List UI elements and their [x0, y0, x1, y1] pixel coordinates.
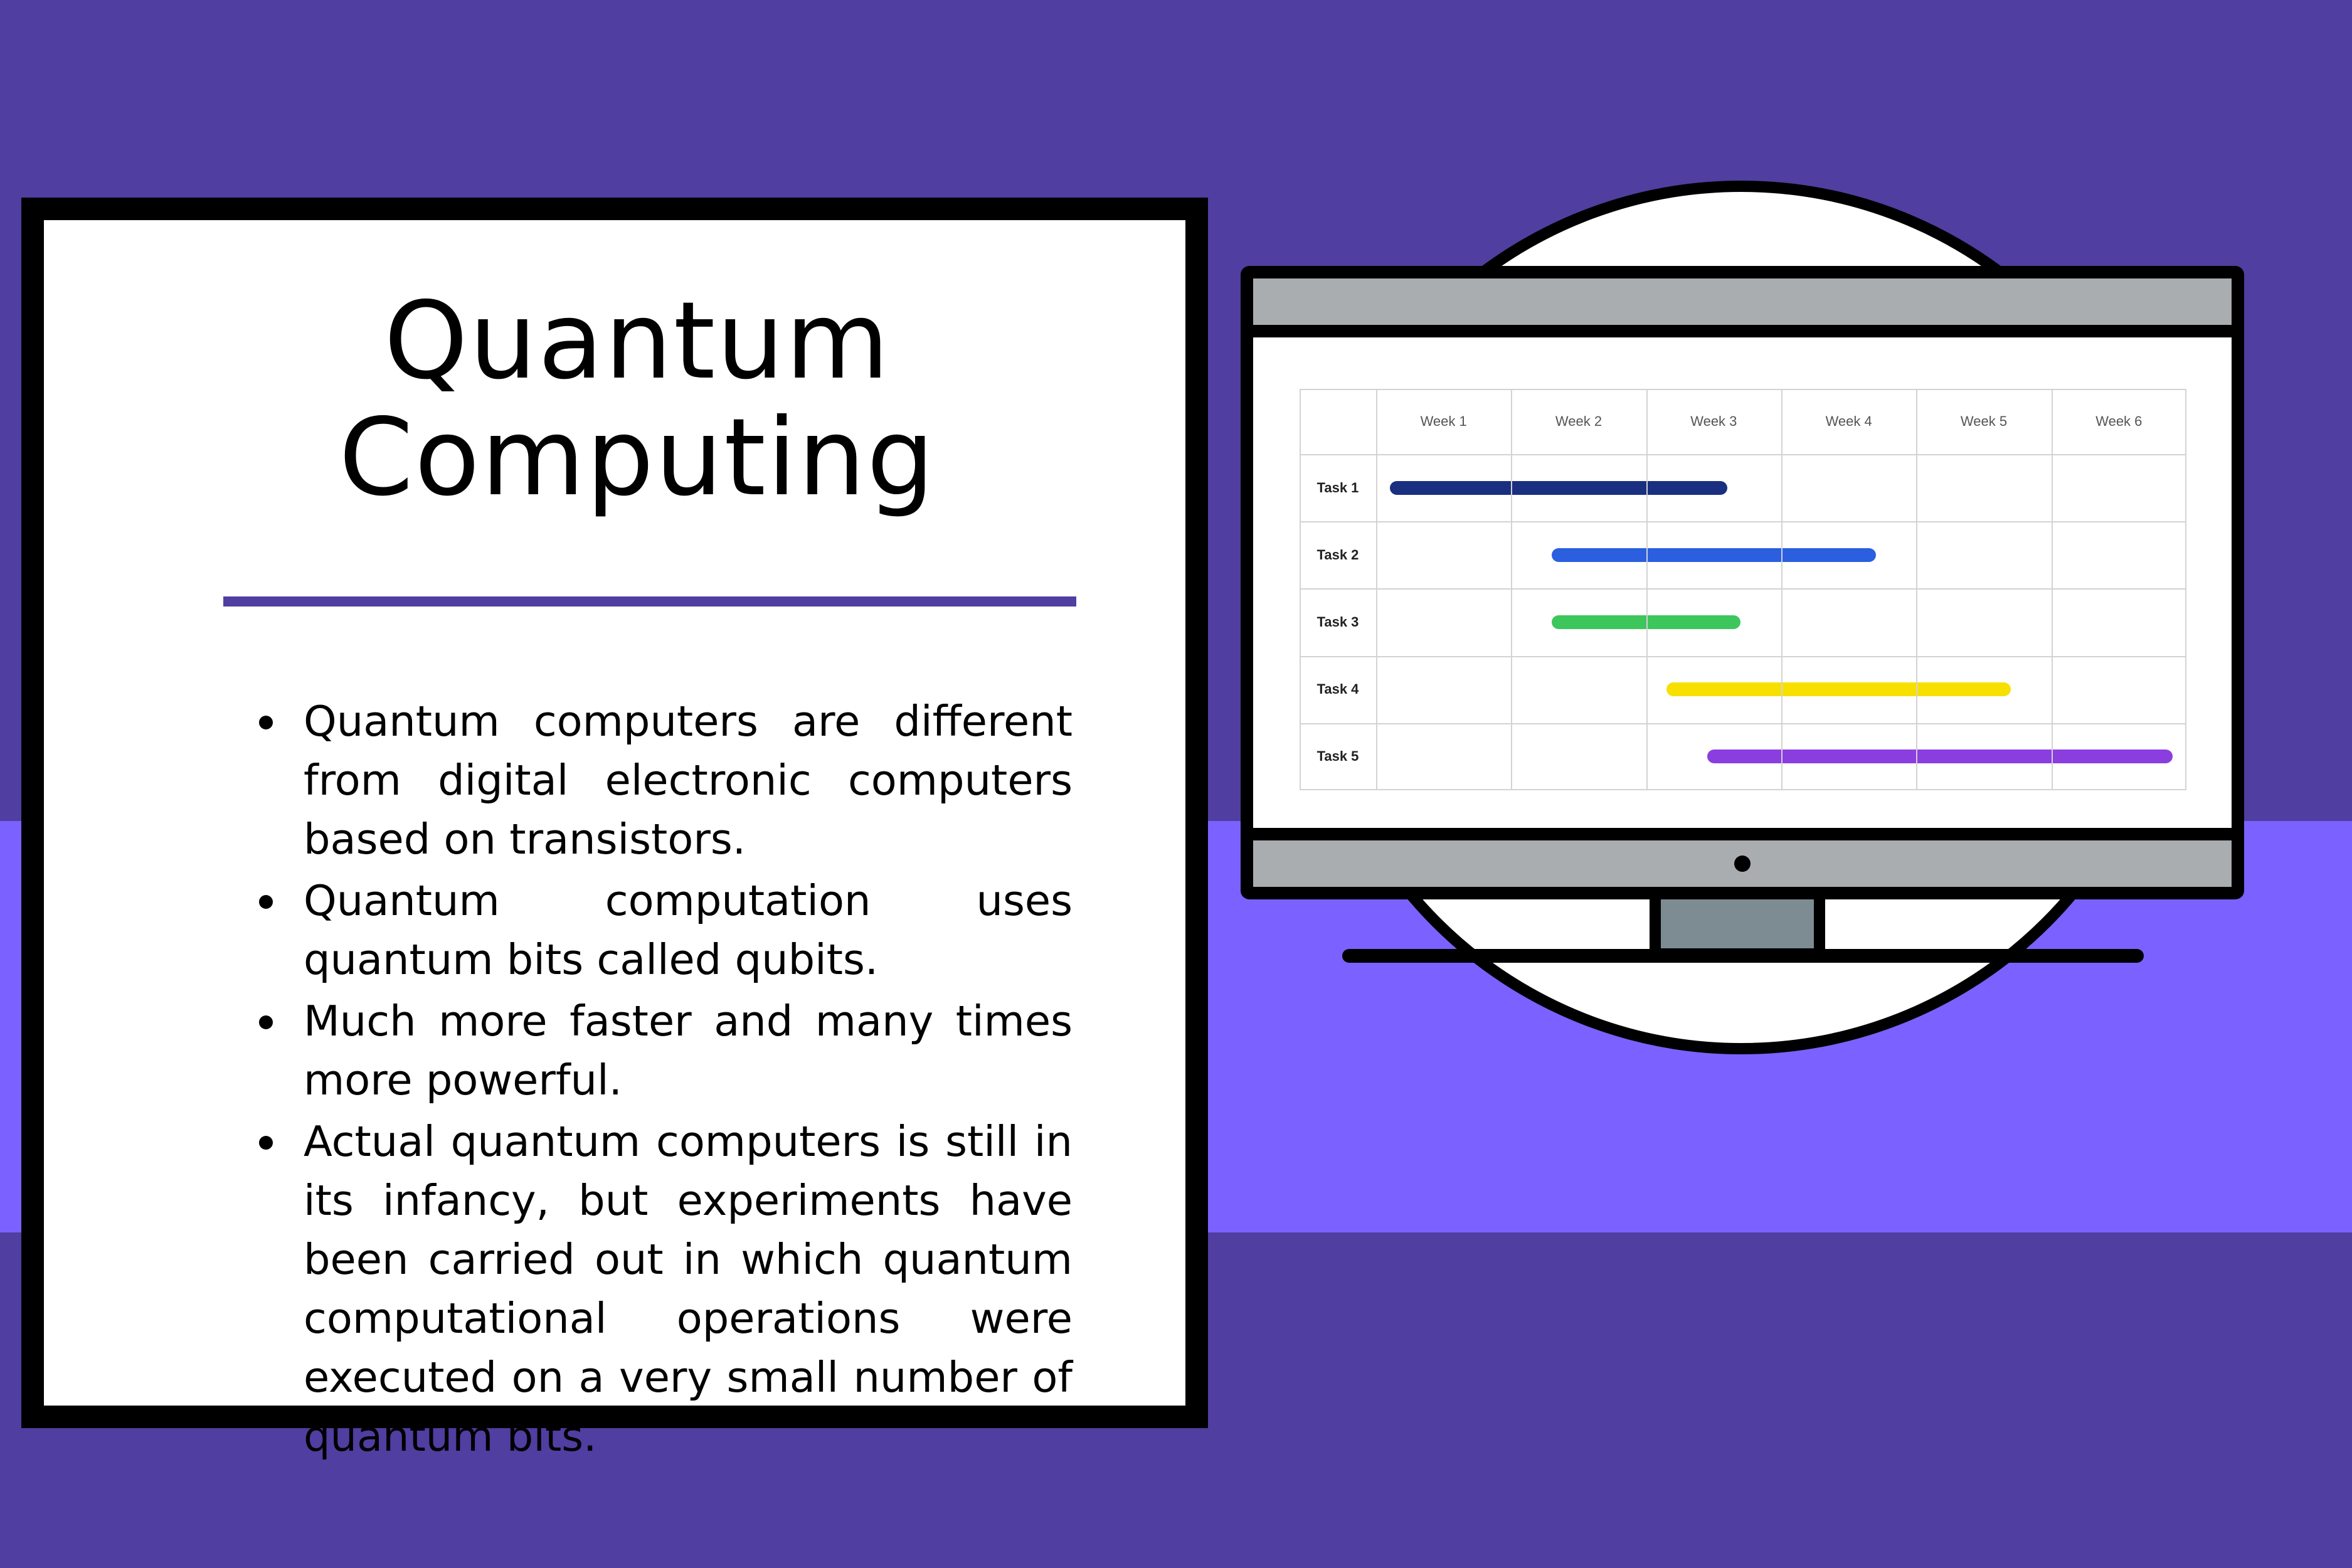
week-header: Week 5 [1960, 413, 2008, 429]
gantt-row: Task 4 [1300, 656, 2186, 723]
task-label: Task 1 [1316, 479, 1359, 495]
week-header: Week 1 [1420, 413, 1467, 429]
gantt-chart: Week 1 Week 2 Week 3 Week 4 Week 5 Week 6 Tas… [1300, 389, 2186, 790]
task-label: Task 5 [1316, 748, 1359, 765]
monitor-top-bezel [1253, 278, 2232, 337]
task-bar [1551, 548, 1876, 562]
week-header: Week 4 [1825, 413, 1872, 429]
task-bar [1666, 682, 2011, 697]
title-line-2: Computing [339, 396, 936, 520]
title-divider [223, 596, 1076, 607]
week-header: Week 6 [2095, 413, 2143, 429]
gantt-row: Task 5 [1300, 723, 2186, 790]
task-bar [1389, 480, 1727, 495]
page-title: Quantum Computing [44, 283, 1231, 516]
gantt-row: Task 3 [1300, 588, 2186, 655]
bullet-list: Quantum computers are different from dig… [259, 692, 1073, 1468]
week-header: Week 2 [1555, 413, 1602, 429]
info-card: Quantum Computing Quantum computers are … [21, 198, 1208, 1461]
week-header: Week 3 [1690, 413, 1737, 429]
bullet-item: Much more faster and many times more pow… [259, 992, 1073, 1110]
bullet-item: Quantum computation uses quantum bits ca… [259, 871, 1073, 989]
bullet-item: Quantum computers are different from dig… [259, 692, 1073, 869]
monitor-power-dot [1734, 856, 1751, 872]
gantt-row: Task 1 [1300, 454, 2186, 521]
task-label: Task 3 [1316, 613, 1359, 630]
task-label: Task 4 [1316, 681, 1359, 697]
gantt-header-row: Week 1 Week 2 Week 3 Week 4 Week 5 Week 6 [1300, 389, 2186, 454]
monitor-bottom-bezel [1253, 828, 2232, 887]
gantt-row: Task 2 [1300, 521, 2186, 588]
task-bar [1551, 615, 1741, 629]
task-bar [1707, 750, 2173, 764]
task-label: Task 2 [1316, 546, 1359, 563]
monitor-base [1342, 949, 2144, 963]
bullet-item: Actual quantum computers is still in its… [259, 1112, 1073, 1466]
title-line-1: Quantum [384, 279, 891, 403]
